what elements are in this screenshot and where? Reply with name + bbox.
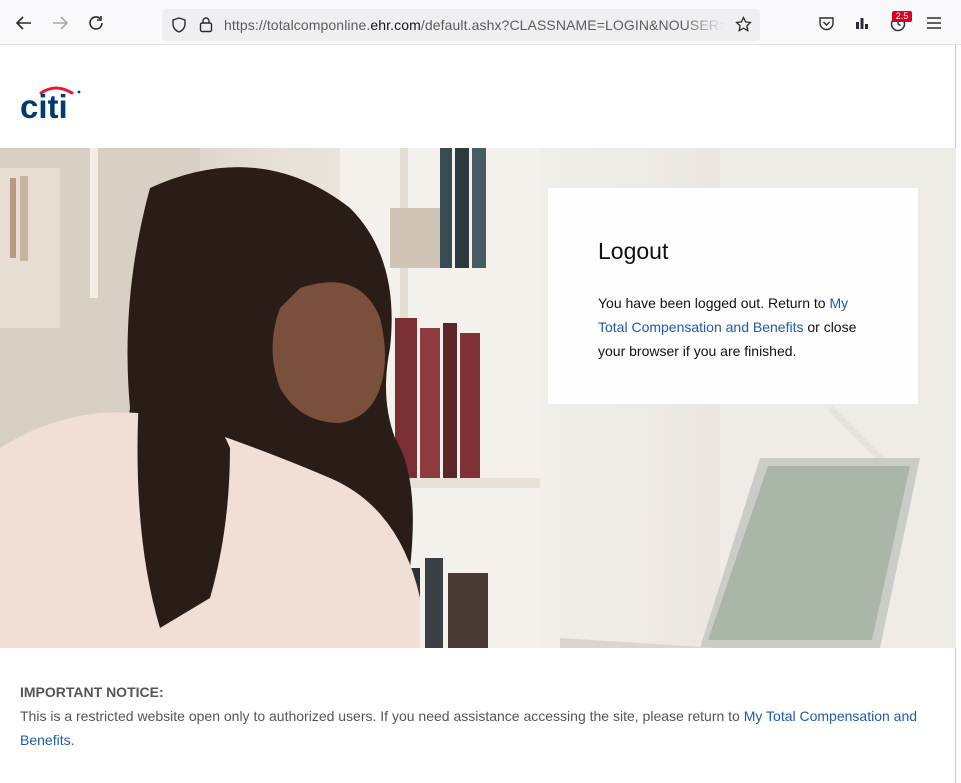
back-button[interactable] <box>13 12 35 34</box>
logout-card: Logout You have been logged out. Return … <box>548 188 918 404</box>
reload-icon <box>89 16 103 30</box>
logo-text: citi <box>20 88 68 124</box>
address-bar[interactable]: https://totalcomponline.ehr.com/default.… <box>162 9 760 41</box>
logout-message: You have been logged out. Return to My T… <box>598 291 868 363</box>
pocket-button[interactable] <box>815 12 837 34</box>
logout-title: Logout <box>598 238 669 264</box>
hamburger-menu-icon <box>927 17 941 29</box>
pocket-icon <box>818 16 834 30</box>
stats-button[interactable] <box>851 12 873 34</box>
extension-badge: 2.5 <box>892 11 912 22</box>
forward-button[interactable] <box>49 12 71 34</box>
bookmark-star-icon[interactable] <box>735 15 752 38</box>
citi-logo[interactable]: citi <box>20 84 82 125</box>
forward-arrow-icon <box>53 16 69 30</box>
citi-logo-graphic: citi <box>20 86 81 125</box>
notice-message: This is a restricted website open only t… <box>20 704 940 752</box>
important-notice: IMPORTANT NOTICE: This is a restricted w… <box>20 680 940 752</box>
logout-text-before: You have been logged out. Return to <box>598 295 830 311</box>
notice-title: IMPORTANT NOTICE: <box>20 684 164 700</box>
notice-text-after: . <box>70 732 75 748</box>
browser-toolbar: https://totalcomponline.ehr.com/default.… <box>0 0 961 45</box>
url-text[interactable]: https://totalcomponline.ehr.com/default.… <box>224 17 724 33</box>
notice-text-before: This is a restricted website open only t… <box>20 708 744 724</box>
reload-button[interactable] <box>85 12 107 34</box>
lock-icon[interactable] <box>198 16 214 38</box>
menu-button[interactable] <box>923 12 945 34</box>
back-arrow-icon <box>15 16 31 30</box>
bar-chart-icon <box>856 18 868 29</box>
shield-icon[interactable] <box>171 17 187 38</box>
